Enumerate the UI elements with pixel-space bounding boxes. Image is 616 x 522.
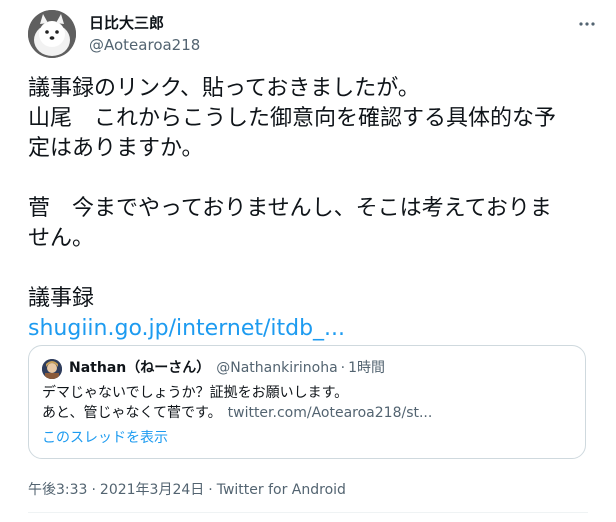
- tweet: 日比大三郎 @Aotearoa218 議事録のリンク、貼っておきましたが。 山尾…: [0, 0, 616, 522]
- tweet-line: 定はありますか。: [28, 136, 204, 161]
- tweet-source[interactable]: Twitter for Android: [217, 482, 346, 498]
- tweet-line: 議事録のリンク、貼っておきましたが。: [28, 76, 420, 101]
- show-thread-link[interactable]: このスレッドを表示: [42, 428, 168, 448]
- minutes-link[interactable]: shugiin.go.jp/internet/itdb_...: [28, 314, 588, 344]
- quoted-tweet[interactable]: Nathan（ねーさん） @Nathankirinoha · 1時間 デマじゃないでし…: [28, 345, 586, 459]
- author-avatar[interactable]: [28, 10, 76, 58]
- tweet-metadata: 午後3:33 · 2021年3月24日 · Twitter for Android: [28, 480, 346, 500]
- quoted-author-avatar[interactable]: [42, 359, 62, 379]
- quoted-text-line: あと、管じゃなくて菅です。: [42, 405, 222, 421]
- tweet-time[interactable]: 午後3:33: [28, 482, 87, 498]
- quoted-tweet-text: デマじゃないでしょうか？証拠をお願いします。 あと、管じゃなくて菅です。 twit…: [42, 383, 572, 423]
- anime-character-avatar-icon: [42, 359, 62, 379]
- tweet-line: 山尾 これからこうした御意向を確認する具体的な予: [28, 106, 557, 131]
- tweet-line: せん。: [28, 226, 95, 251]
- separator-dot: ·: [91, 482, 96, 498]
- tweet-text: 議事録のリンク、貼っておきましたが。 山尾 これからこうした御意向を確認する具体…: [28, 74, 588, 344]
- more-horizontal-icon: [579, 22, 595, 26]
- quoted-tweet-header: Nathan（ねーさん） @Nathankirinoha · 1時間: [69, 358, 385, 378]
- quoted-tweet-time[interactable]: 1時間: [348, 360, 385, 376]
- author-display-name[interactable]: 日比大三郎: [89, 13, 164, 33]
- quoted-text-line: デマじゃないでしょうか？証拠をお願いします。: [42, 385, 349, 401]
- tweet-date[interactable]: 2021年3月24日: [100, 482, 204, 498]
- separator-dot: ·: [340, 360, 346, 376]
- divider: [28, 512, 588, 513]
- author-handle[interactable]: @Aotearoa218: [89, 35, 200, 55]
- samoyed-dog-avatar-icon: [28, 10, 76, 58]
- tweet-line: 議事録: [28, 286, 95, 311]
- quoted-tweet-link[interactable]: twitter.com/Aotearoa218/st...: [228, 405, 433, 421]
- separator-dot: ·: [208, 482, 213, 498]
- quoted-author-handle: @Nathankirinoha: [216, 360, 338, 376]
- more-options-button[interactable]: [575, 12, 599, 36]
- quoted-author-name: Nathan（ねーさん）: [69, 360, 211, 376]
- tweet-line: 菅 今までやっておりませんし、そこは考えておりま: [28, 196, 552, 221]
